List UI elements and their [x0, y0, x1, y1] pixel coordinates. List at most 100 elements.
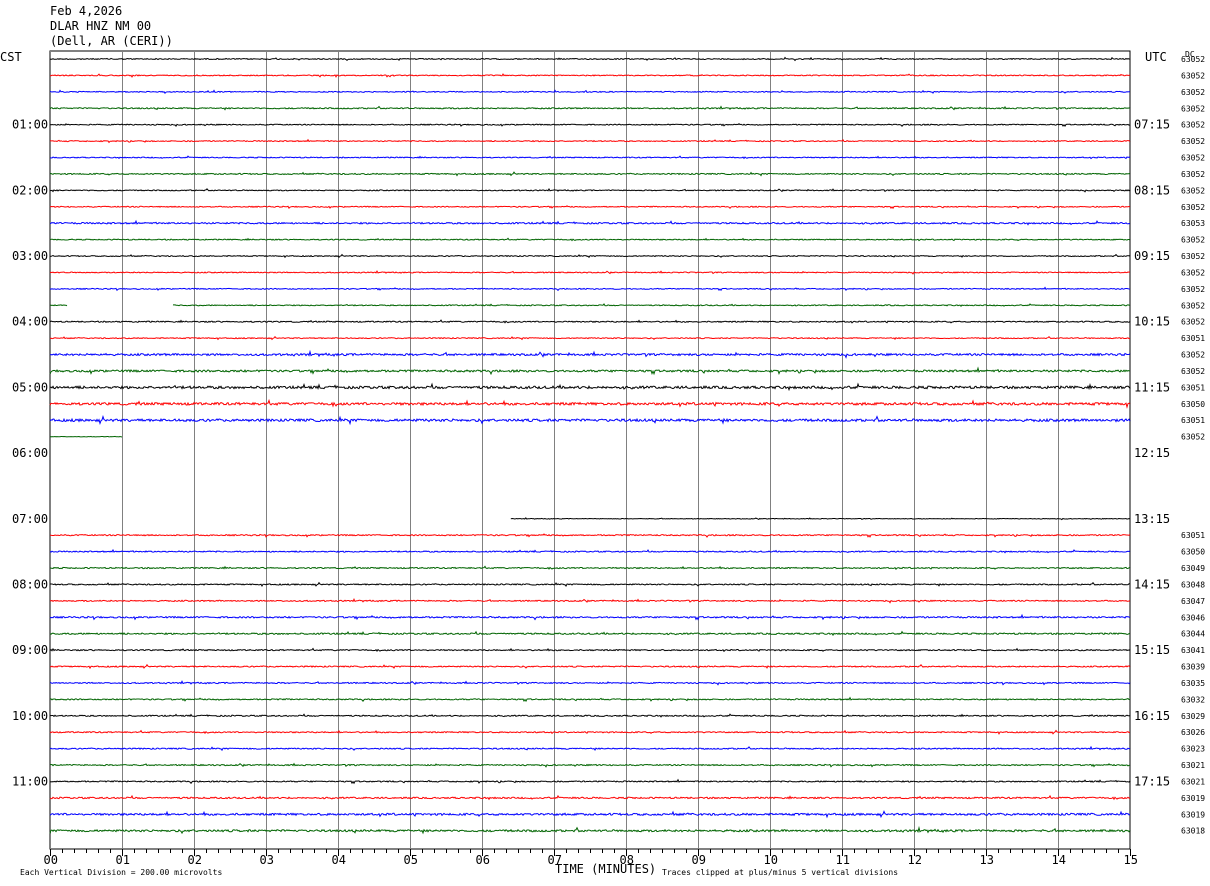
seismic-trace — [49, 729, 1130, 735]
seismic-trace — [49, 435, 123, 438]
right-hour-label: 09:15 — [1134, 249, 1170, 263]
clip-note: Traces clipped at plus/minus 5 vertical … — [662, 868, 898, 877]
dc-offset-label: 63052 — [1181, 301, 1205, 310]
seismic-trace — [49, 613, 1131, 621]
seismic-trace — [49, 187, 1131, 193]
dc-offset-label: 63053 — [1181, 219, 1205, 228]
x-tick-label: 15 — [1124, 853, 1138, 867]
seismic-trace — [49, 533, 1131, 538]
dc-offset-label: 63052 — [1181, 318, 1205, 327]
dc-offset-label: 63051 — [1181, 531, 1205, 540]
x-tick-label: 01 — [116, 853, 130, 867]
seismic-trace — [49, 565, 1131, 570]
dc-offset-label: 63029 — [1181, 712, 1205, 721]
dc-offset-label: 63052 — [1181, 121, 1205, 130]
seismic-trace — [49, 319, 1131, 324]
dc-offset-label: 63051 — [1181, 334, 1205, 343]
seismic-trace — [49, 647, 1131, 653]
dc-offset-label: 63052 — [1181, 88, 1205, 97]
dc-offset-label: 63052 — [1181, 154, 1205, 163]
dc-offset-label: 63032 — [1181, 695, 1205, 704]
dc-offset-label: 63041 — [1181, 646, 1205, 655]
right-hour-label: 17:15 — [1134, 774, 1170, 788]
seismic-trace — [49, 349, 1131, 359]
seismic-trace — [49, 630, 1130, 637]
dc-offset-label: 63023 — [1181, 745, 1205, 754]
dc-offset-label: 63044 — [1181, 630, 1205, 639]
grid — [49, 50, 1131, 856]
dc-offset-label: 63019 — [1181, 810, 1205, 819]
seismic-trace — [49, 123, 1131, 127]
dc-offset-label: 63052 — [1181, 285, 1205, 294]
x-tick-label: 11 — [836, 853, 850, 867]
seismic-trace — [49, 270, 1131, 275]
helicorder-plot: 00 01 02 03 04 05 06 07 08 09 10 11 12 13 14 1501:0002:… — [0, 50, 1205, 877]
seismic-trace — [49, 219, 1131, 226]
x-tick-label: 00 — [44, 853, 58, 867]
left-zone-label: CST — [0, 50, 22, 64]
left-hour-label: 03:00 — [12, 249, 48, 263]
dc-offset-label: 63018 — [1181, 827, 1205, 836]
seismic-trace — [49, 810, 1131, 819]
dc-offset-label: 63026 — [1181, 728, 1205, 737]
right-hour-label: 07:15 — [1134, 118, 1170, 132]
x-tick-label: 06 — [476, 853, 490, 867]
seismic-trace — [49, 663, 1131, 670]
seismic-trace — [49, 398, 1131, 409]
x-tick-label: 14 — [1052, 853, 1066, 867]
left-hour-label: 06:00 — [12, 446, 48, 460]
seismic-trace — [49, 73, 1131, 78]
seismic-trace — [49, 794, 1131, 801]
seismic-trace — [49, 89, 1131, 94]
dc-label: DC — [1185, 50, 1195, 59]
dc-offset-label: 63052 — [1181, 351, 1205, 360]
seismic-trace — [49, 303, 1131, 307]
dc-offset-label: 63052 — [1181, 71, 1205, 80]
seismic-trace — [49, 680, 1131, 686]
dc-offset-label: 63021 — [1181, 777, 1205, 786]
dc-offset-label: 63051 — [1181, 416, 1205, 425]
seismic-trace — [50, 155, 1131, 160]
left-hour-label: 01:00 — [12, 118, 48, 132]
left-hour-label: 11:00 — [12, 774, 48, 788]
seismic-trace — [49, 105, 1131, 111]
left-hour-label: 08:00 — [12, 577, 48, 591]
seismic-trace — [510, 517, 1130, 521]
seismic-trace — [49, 414, 1131, 426]
right-hour-label: 11:15 — [1134, 380, 1170, 394]
right-hour-label: 13:15 — [1134, 512, 1170, 526]
dc-offset-label: 63052 — [1181, 203, 1205, 212]
x-tick-label: 10 — [764, 853, 778, 867]
left-hour-label: 02:00 — [12, 183, 48, 197]
seismic-trace — [49, 237, 1131, 242]
right-zone-label: UTC — [1145, 50, 1167, 64]
dc-offset-label: 63035 — [1181, 679, 1205, 688]
left-hour-label: 05:00 — [12, 380, 48, 394]
dc-offset-label: 63052 — [1181, 268, 1205, 277]
x-axis-title: TIME (MINUTES) — [555, 862, 656, 876]
right-hour-label: 08:15 — [1134, 183, 1170, 197]
left-hour-label: 04:00 — [12, 315, 48, 329]
x-tick-label: 04 — [332, 853, 346, 867]
left-hour-label: 10:00 — [12, 709, 48, 723]
seismic-trace — [49, 171, 1131, 177]
seismic-trace — [49, 745, 1131, 752]
seismic-trace — [49, 382, 1131, 392]
dc-offset-label: 63050 — [1181, 548, 1205, 557]
dc-offset-label: 63021 — [1181, 761, 1205, 770]
x-tick-label: 09 — [692, 853, 706, 867]
dc-offset-label: 63019 — [1181, 794, 1205, 803]
seismic-trace — [50, 713, 1131, 718]
seismic-trace — [49, 778, 1131, 785]
plot-frame — [49, 50, 1131, 850]
right-hour-label: 16:15 — [1134, 709, 1170, 723]
scale-note: Each Vertical Division = 200.00 microvol… — [20, 868, 222, 877]
dc-offset-label: 63051 — [1181, 383, 1205, 392]
x-tick-label: 02 — [188, 853, 202, 867]
x-tick-label: 13 — [980, 853, 994, 867]
right-hour-label: 12:15 — [1134, 446, 1170, 460]
seismic-trace — [50, 597, 1131, 604]
dc-offset-label: 63052 — [1181, 433, 1205, 442]
dc-offset-label: 63052 — [1181, 104, 1205, 113]
dc-offset-label: 63039 — [1181, 663, 1205, 672]
